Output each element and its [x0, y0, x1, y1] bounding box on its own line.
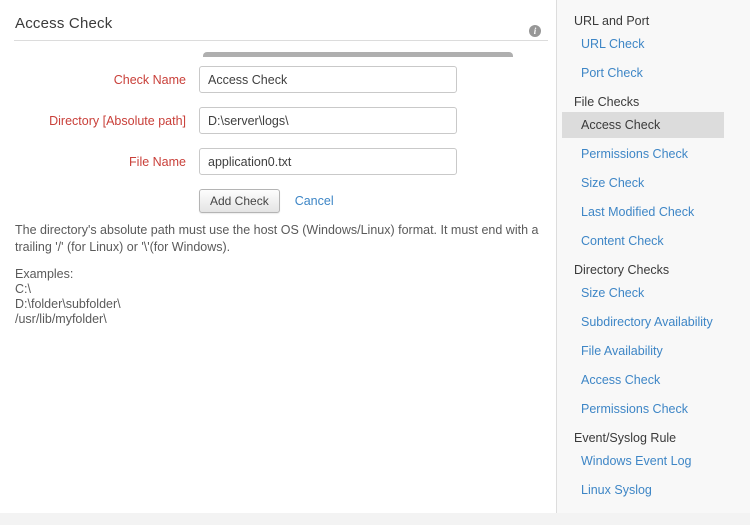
footer-strip: [0, 513, 750, 525]
sidebar-item-size-check[interactable]: Size Check: [557, 170, 750, 196]
sidebar-item-port-check[interactable]: Port Check: [557, 60, 750, 86]
add-check-button[interactable]: Add Check: [199, 189, 280, 213]
form-row-directory: Directory [Absolute path]: [0, 107, 556, 134]
examples-title: Examples:: [15, 267, 541, 282]
tooltip-artifact: [203, 52, 513, 57]
sidebar-item-dir-access-check[interactable]: Access Check: [557, 367, 750, 393]
section-url-and-port: URL and Port: [557, 12, 750, 30]
directory-input[interactable]: [199, 107, 457, 134]
sidebar-item-file-availability[interactable]: File Availability: [557, 338, 750, 364]
access-check-page: Access Check i Check Name Directory [Abs…: [0, 0, 750, 525]
section-event-syslog-rule: Event/Syslog Rule: [557, 429, 750, 447]
sidebar-item-dir-size-check[interactable]: Size Check: [557, 280, 750, 306]
section-file-checks: File Checks: [557, 93, 750, 111]
sidebar-item-windows-event-log[interactable]: Windows Event Log: [557, 448, 750, 474]
form-row-file-name: File Name: [0, 148, 556, 175]
cancel-link[interactable]: Cancel: [295, 194, 334, 208]
check-name-label: Check Name: [0, 73, 186, 87]
example-path: D:\folder\subfolder\: [15, 297, 541, 312]
sidebar-item-linux-syslog[interactable]: Linux Syslog: [557, 477, 750, 503]
examples-block: Examples: C:\ D:\folder\subfolder\ /usr/…: [15, 267, 541, 327]
sidebar-item-access-check[interactable]: Access Check: [562, 112, 724, 138]
sidebar-item-last-modified-check[interactable]: Last Modified Check: [557, 199, 750, 225]
sidebar-item-content-check[interactable]: Content Check: [557, 228, 750, 254]
form-actions: Add Check Cancel: [199, 189, 556, 213]
file-name-label: File Name: [0, 155, 186, 169]
sidebar-item-url-check[interactable]: URL Check: [557, 31, 750, 57]
check-type-sidebar: URL and Port URL Check Port Check File C…: [557, 0, 750, 513]
sidebar-item-permissions-check[interactable]: Permissions Check: [557, 141, 750, 167]
page-header: Access Check i: [14, 0, 548, 41]
sidebar-item-subdirectory-availability[interactable]: Subdirectory Availability: [557, 309, 750, 335]
directory-label: Directory [Absolute path]: [0, 114, 186, 128]
form-row-check-name: Check Name: [0, 66, 556, 93]
section-directory-checks: Directory Checks: [557, 261, 750, 279]
info-icon[interactable]: i: [529, 25, 541, 37]
directory-help-text: The directory's absolute path must use t…: [15, 222, 539, 256]
file-name-input[interactable]: [199, 148, 457, 175]
check-name-input[interactable]: [199, 66, 457, 93]
main-panel: Access Check i Check Name Directory [Abs…: [0, 0, 556, 513]
example-path: /usr/lib/myfolder\: [15, 312, 541, 327]
page-title: Access Check: [15, 15, 548, 32]
sidebar-item-dir-permissions-check[interactable]: Permissions Check: [557, 396, 750, 422]
check-form: Check Name Directory [Absolute path] Fil…: [0, 66, 556, 213]
example-path: C:\: [15, 282, 541, 297]
